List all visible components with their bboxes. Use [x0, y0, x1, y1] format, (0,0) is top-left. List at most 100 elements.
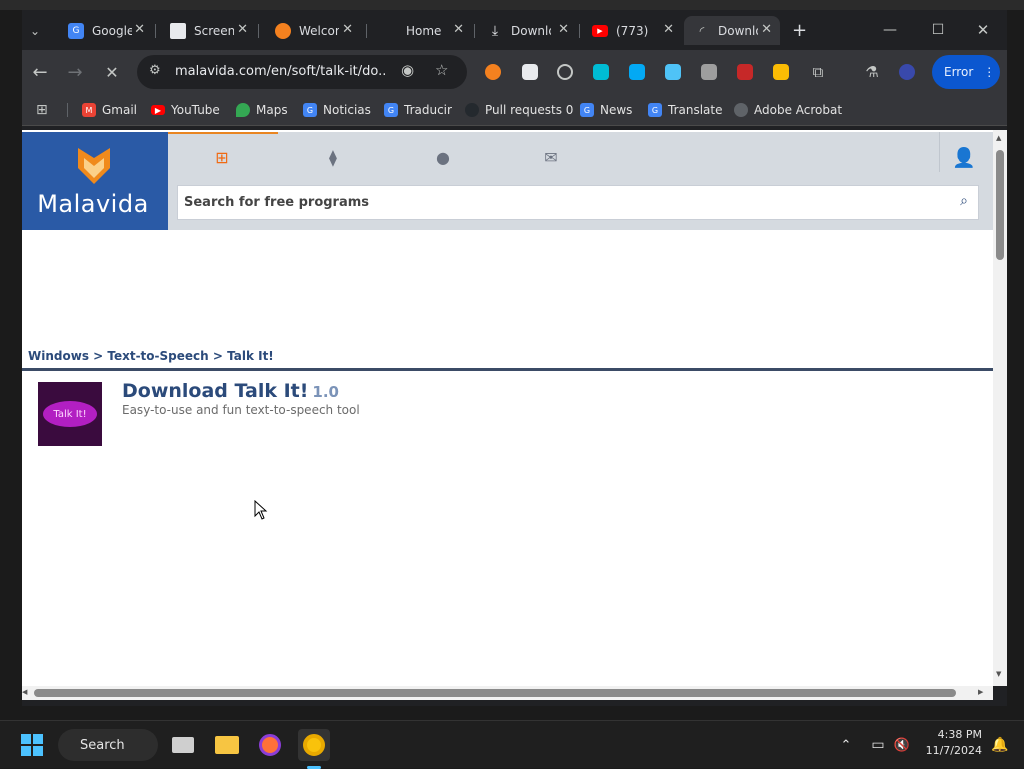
loading-icon: ◜ — [699, 23, 705, 38]
bookmark-traducir[interactable]: G Traducir — [384, 101, 452, 119]
labs-flask-icon[interactable]: ⚗ — [860, 60, 884, 84]
close-icon[interactable]: ✕ — [342, 22, 353, 37]
bookmark-pull-requests[interactable]: Pull requests 0 — [465, 101, 573, 119]
extension-2-icon[interactable] — [522, 64, 538, 80]
android-icon[interactable]: ⧫ — [322, 148, 344, 167]
app-subtitle: Easy-to-use and fun text-to-speech tool — [122, 403, 360, 417]
bookmark-translate[interactable]: G Translate — [648, 101, 723, 119]
chrome-icon[interactable] — [298, 729, 330, 761]
extension-1-icon[interactable] — [485, 64, 501, 80]
extension-5-icon[interactable] — [629, 64, 645, 80]
taskbar: Search ⌃ ▭ 🔇 4:38 PM 11/7/2024 🔔 — [0, 720, 1024, 769]
firefox-icon[interactable] — [254, 729, 286, 761]
minimize-icon[interactable]: — — [878, 18, 902, 42]
tab-7-active[interactable]: ◜ Download ✕ — [684, 16, 780, 45]
desktop-strip — [0, 0, 1024, 10]
tab-strip: ⌄ G Google ✕ Screenshot ✕ Welcome ✕ Home… — [22, 10, 1007, 50]
taskbar-search[interactable]: Search — [58, 729, 158, 761]
file-explorer-icon[interactable] — [211, 729, 243, 761]
close-icon[interactable]: ✕ — [761, 22, 772, 37]
extension-4-icon[interactable] — [593, 64, 609, 80]
stop-loading-icon[interactable]: ✕ — [100, 60, 124, 84]
close-icon[interactable]: ✕ — [558, 22, 569, 37]
tab-6[interactable]: ▶ (773) ✕ — [582, 16, 682, 45]
user-icon[interactable]: 👤 — [952, 146, 976, 169]
translate-icon: G — [384, 103, 398, 117]
malavida-shield-icon — [78, 148, 110, 184]
star-icon[interactable]: ☆ — [435, 61, 448, 79]
window-close-icon[interactable]: ✕ — [971, 18, 995, 42]
tab-4[interactable]: Home ✕ — [372, 16, 472, 45]
chat-icon[interactable]: ✉ — [540, 148, 562, 167]
maximize-icon[interactable]: ☐ — [926, 18, 950, 42]
mouse-cursor-icon — [254, 500, 268, 520]
search-icon[interactable]: ⌕ — [960, 193, 968, 209]
site-header: Malavida ⊞ ⧫ ● ✉ 👤 Search for free progr… — [22, 132, 993, 230]
site-info-icon[interactable]: ⚙ — [149, 63, 161, 78]
bookmark-maps[interactable]: Maps — [236, 101, 288, 119]
translate-icon: G — [648, 103, 662, 117]
toolbar: ← → ✕ ⚙ malavida.com/en/soft/talk-it/do.… — [22, 50, 1007, 94]
tab-search-button[interactable]: ⌄ — [22, 16, 52, 45]
close-icon[interactable]: ✕ — [134, 22, 145, 37]
windows-logo-icon — [21, 734, 43, 756]
vertical-scrollbar[interactable]: ▲ ▼ — [993, 130, 1007, 686]
google-translate-icon: G — [68, 22, 84, 39]
github-icon — [465, 103, 479, 117]
more-vert-icon: ⋮ — [983, 65, 996, 79]
error-button[interactable]: Error ⋮ — [932, 55, 1000, 89]
tab-1[interactable]: G Google ✕ — [58, 16, 153, 45]
bookmark-youtube[interactable]: ▶ YouTube — [151, 101, 220, 119]
chevron-down-icon: ⌄ — [30, 23, 41, 38]
close-icon[interactable]: ✕ — [453, 22, 464, 37]
clock[interactable]: 4:38 PM 11/7/2024 — [920, 727, 982, 759]
extension-7-icon[interactable] — [701, 64, 717, 80]
download-icon: ⤓ — [491, 22, 499, 39]
extension-3-icon[interactable] — [557, 64, 573, 80]
bookmark-noticias[interactable]: G Noticias — [303, 101, 371, 119]
site-logo[interactable]: Malavida — [22, 132, 168, 230]
apps-grid-icon[interactable]: ⊞ — [36, 101, 48, 119]
loading-bar — [168, 132, 278, 134]
browser-window: ⌄ G Google ✕ Screenshot ✕ Welcome ✕ Home… — [22, 10, 1007, 706]
extension-8-icon[interactable] — [737, 64, 753, 80]
profile-avatar[interactable] — [899, 64, 915, 80]
task-view-icon[interactable] — [167, 729, 199, 761]
app-thumbnail: Talk It! — [38, 382, 102, 446]
youtube-icon: ▶ — [592, 24, 608, 37]
extension-6-icon[interactable] — [665, 64, 681, 80]
new-tab-button[interactable]: + — [788, 16, 812, 45]
url-text[interactable]: malavida.com/en/soft/talk-it/do... — [175, 64, 387, 79]
forward-icon[interactable]: → — [63, 60, 87, 84]
search-input[interactable]: Search for free programs ⌕ — [177, 185, 979, 220]
document-icon — [170, 22, 186, 39]
extension-9-icon[interactable] — [773, 64, 789, 80]
tab-3[interactable]: Welcome ✕ — [265, 16, 361, 45]
close-icon[interactable]: ✕ — [237, 22, 248, 37]
globe-icon — [734, 103, 748, 117]
tab-2[interactable]: Screenshot ✕ — [160, 16, 256, 45]
address-bar[interactable]: ⚙ malavida.com/en/soft/talk-it/do... ◉ ☆ — [137, 55, 467, 89]
tab-5[interactable]: ⤓ Downloads ✕ — [477, 16, 577, 45]
bookmark-adobe-acrobat[interactable]: Adobe Acrobat — [734, 101, 842, 119]
back-icon[interactable]: ← — [28, 60, 52, 84]
puzzle-icon[interactable]: ⧉ — [806, 60, 830, 84]
eye-slash-icon[interactable]: ◉ — [401, 61, 414, 79]
bookmark-news[interactable]: G News — [580, 101, 632, 119]
logo-text: Malavida — [37, 190, 149, 218]
gmail-icon: M — [82, 103, 96, 117]
apple-icon[interactable]: ● — [432, 148, 454, 167]
notification-bell-icon[interactable]: 🔔 — [984, 729, 1016, 761]
horizontal-scrollbar[interactable]: ◀ ▶ — [22, 686, 993, 700]
breadcrumb[interactable]: Windows > Text-to-Speech > Talk It! — [28, 349, 274, 363]
news-icon: G — [580, 103, 594, 117]
news-icon: G — [303, 103, 317, 117]
app-title: Download Talk It! 1.0 — [122, 380, 339, 402]
start-button[interactable] — [16, 729, 48, 761]
bookmark-gmail[interactable]: M Gmail — [82, 101, 137, 119]
windows-icon[interactable]: ⊞ — [211, 148, 233, 167]
close-icon[interactable]: ✕ — [663, 22, 674, 37]
page-viewport: Malavida ⊞ ⧫ ● ✉ 👤 Search for free progr… — [22, 130, 993, 686]
volume-muted-icon[interactable]: 🔇 — [886, 729, 918, 761]
chevron-up-icon[interactable]: ⌃ — [830, 729, 862, 761]
